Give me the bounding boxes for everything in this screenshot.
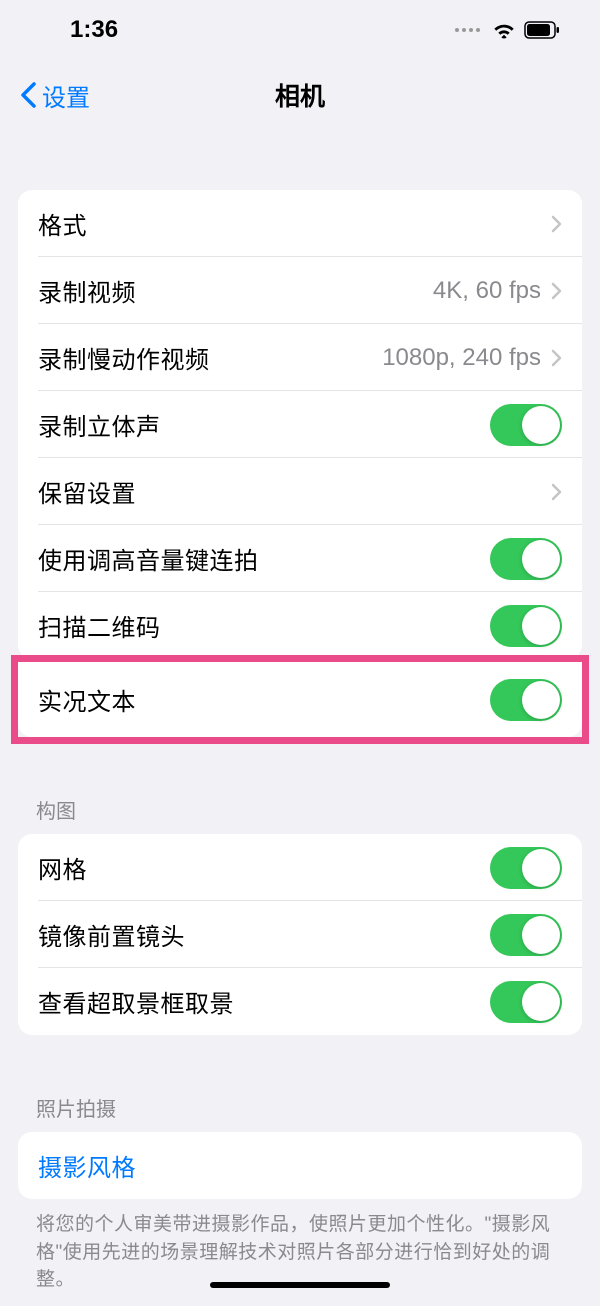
toggle-volume-burst[interactable] xyxy=(490,538,562,580)
toggle-grid[interactable] xyxy=(490,847,562,889)
section-header-photo-capture: 照片拍摄 xyxy=(18,1085,582,1132)
chevron-right-icon xyxy=(551,483,562,501)
row-format[interactable]: 格式 xyxy=(18,190,582,257)
row-record-slomo[interactable]: 录制慢动作视频 1080p, 240 fps xyxy=(18,324,582,391)
nav-bar: 设置 相机 xyxy=(0,60,600,130)
settings-group-photo-capture: 摄影风格 xyxy=(18,1132,582,1199)
chevron-right-icon xyxy=(551,282,562,300)
back-button[interactable]: 设置 xyxy=(20,78,90,113)
chevron-right-icon xyxy=(551,349,562,367)
row-value: 4K, 60 fps xyxy=(433,277,541,305)
row-volume-burst: 使用调高音量键连拍 xyxy=(18,525,582,592)
row-label: 格式 xyxy=(38,206,87,241)
back-label: 设置 xyxy=(42,78,90,113)
row-record-video[interactable]: 录制视频 4K, 60 fps xyxy=(18,257,582,324)
highlight-frame: 实况文本 xyxy=(11,655,589,744)
wifi-icon xyxy=(492,21,516,39)
status-bar: 1:36 xyxy=(0,0,600,60)
toggle-stereo-sound[interactable] xyxy=(490,404,562,446)
toggle-view-outside-frame[interactable] xyxy=(490,981,562,1023)
row-label: 录制慢动作视频 xyxy=(38,340,210,375)
row-label: 镜像前置镜头 xyxy=(38,917,185,952)
settings-group-main: 格式 录制视频 4K, 60 fps 录制慢动作视频 1080p, 240 fp… xyxy=(18,190,582,659)
row-preserve-settings[interactable]: 保留设置 xyxy=(18,458,582,525)
row-stereo-sound: 录制立体声 xyxy=(18,391,582,458)
section-header-composition: 构图 xyxy=(18,787,582,834)
row-label: 扫描二维码 xyxy=(38,608,161,643)
row-label: 网格 xyxy=(38,850,87,885)
row-grid: 网格 xyxy=(18,834,582,901)
row-label: 录制立体声 xyxy=(38,407,161,442)
row-mirror-front: 镜像前置镜头 xyxy=(18,901,582,968)
toggle-scan-qr[interactable] xyxy=(490,605,562,647)
row-label: 录制视频 xyxy=(38,273,136,308)
toggle-live-text[interactable] xyxy=(490,679,562,721)
toggle-mirror-front[interactable] xyxy=(490,914,562,956)
battery-icon xyxy=(524,21,560,39)
row-label: 使用调高音量键连拍 xyxy=(38,541,259,576)
page-title: 相机 xyxy=(275,77,325,113)
row-label: 保留设置 xyxy=(38,474,136,509)
row-label: 实况文本 xyxy=(38,682,136,717)
status-time: 1:36 xyxy=(70,16,118,44)
status-icons xyxy=(455,21,560,39)
chevron-left-icon xyxy=(20,81,37,109)
row-label: 摄影风格 xyxy=(38,1148,136,1183)
row-live-text: 实况文本 xyxy=(18,662,582,737)
row-scan-qr: 扫描二维码 xyxy=(18,592,582,659)
row-photographic-styles[interactable]: 摄影风格 xyxy=(18,1132,582,1199)
footer-description: 将您的个人审美带进摄影作品，使照片更加个性化。"摄影风格"使用先进的场景理解技术… xyxy=(18,1199,582,1306)
home-indicator[interactable] xyxy=(210,1282,390,1288)
cellular-dots-icon xyxy=(455,28,480,32)
row-value: 1080p, 240 fps xyxy=(382,344,541,372)
row-view-outside-frame: 查看超取景框取景 xyxy=(18,968,582,1035)
settings-group-composition: 网格 镜像前置镜头 查看超取景框取景 xyxy=(18,834,582,1035)
chevron-right-icon xyxy=(551,215,562,233)
row-label: 查看超取景框取景 xyxy=(38,984,234,1019)
